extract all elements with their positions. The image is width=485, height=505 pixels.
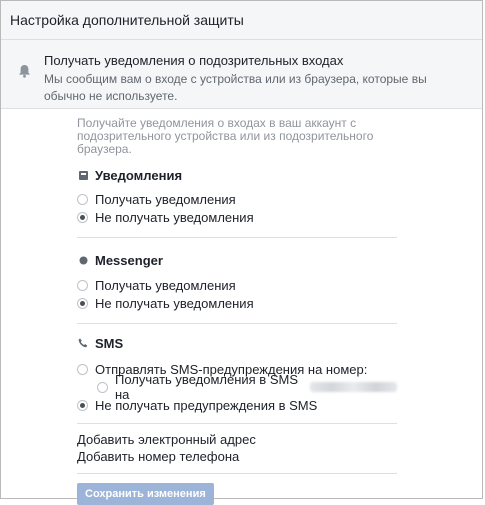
radio-notifications-none[interactable] <box>77 211 88 223</box>
radio-sms-none[interactable] <box>77 399 88 411</box>
messenger-dot-icon <box>77 254 89 266</box>
redacted-phone-number <box>309 382 397 392</box>
section-sms-title: SMS <box>77 334 397 352</box>
intro-title: Получать уведомления о подозрительных вх… <box>44 53 344 68</box>
sms-option-none[interactable]: Не получать предупреждения в SMS <box>77 396 397 414</box>
messenger-option-none[interactable]: Не получать уведомления <box>77 294 397 312</box>
security-settings-panel: Настройка дополнительной защиты Получать… <box>0 0 483 505</box>
radio-sms-send[interactable] <box>77 363 88 375</box>
settings-description: Получайте уведомления о входах в ваш акк… <box>77 116 374 156</box>
radio-messenger-none[interactable] <box>77 297 88 309</box>
section-messenger-title: Messenger <box>77 251 397 269</box>
save-changes-button[interactable]: Сохранить изменения <box>77 483 214 505</box>
phone-icon <box>77 337 89 349</box>
radio-notifications-receive[interactable] <box>77 193 88 205</box>
radio-sms-sub[interactable] <box>97 381 108 393</box>
notification-square-icon <box>77 169 89 181</box>
settings-content: Получайте уведомления о входах в ваш акк… <box>77 117 397 505</box>
notifications-option-receive[interactable]: Получать уведомления <box>77 190 397 208</box>
intro-banner: Получать уведомления о подозрительных вх… <box>1 40 482 109</box>
notifications-option-none[interactable]: Не получать уведомления <box>77 208 397 226</box>
add-phone-link[interactable]: Добавить номер телефона <box>77 448 397 465</box>
add-email-link[interactable]: Добавить электронный адрес <box>77 431 397 448</box>
section-notifications-title: Уведомления <box>77 166 397 184</box>
radio-messenger-receive[interactable] <box>77 279 88 291</box>
sms-option-sub[interactable]: Получать уведомления в SMS на <box>77 372 397 402</box>
panel-header: Настройка дополнительной защиты <box>1 1 482 40</box>
messenger-option-receive[interactable]: Получать уведомления <box>77 276 397 294</box>
bell-icon <box>19 65 30 78</box>
intro-subtitle: Мы сообщим вам о входе с устройства или … <box>44 72 427 103</box>
page-title: Настройка дополнительной защиты <box>10 12 244 28</box>
